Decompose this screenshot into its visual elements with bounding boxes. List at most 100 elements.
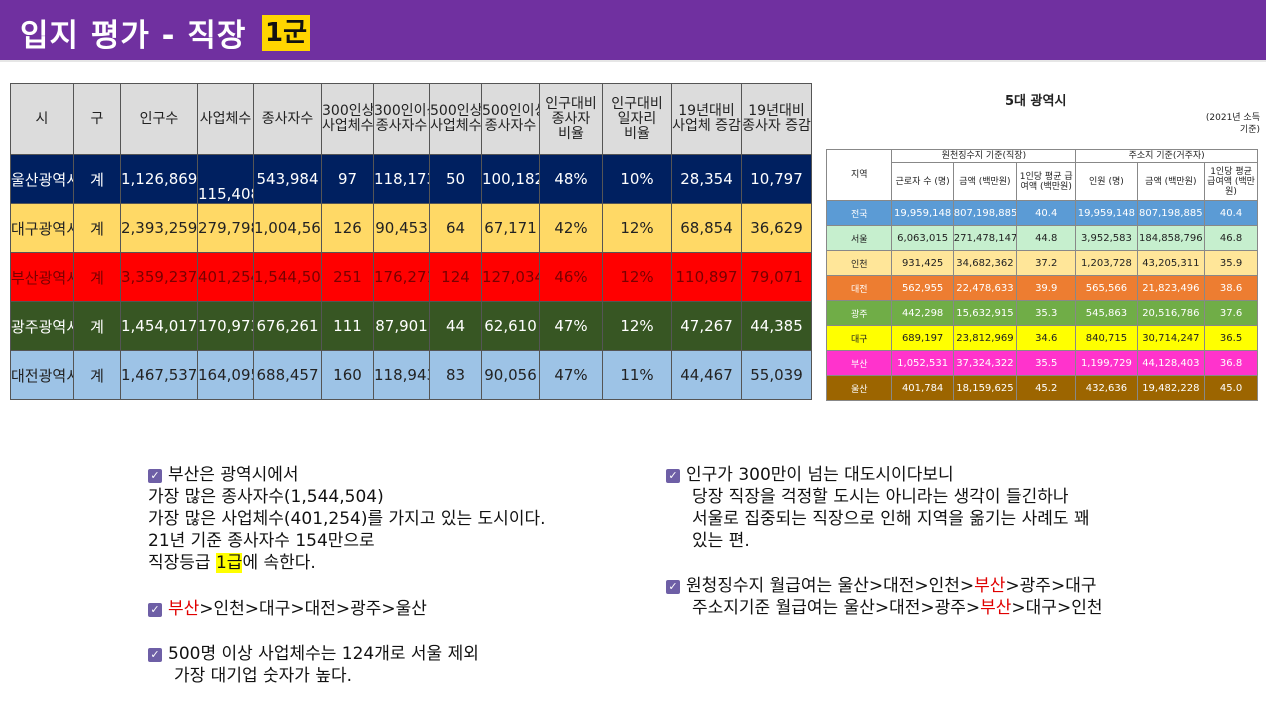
salary-cell: 545,863: [1075, 300, 1138, 326]
sub-header: 1인당 평균 급여액 (백만원): [1016, 162, 1077, 201]
note-large-business: ✓ 500명 이상 사업체수는 124개로 서울 제외 가장 대기업 숫자가 높다…: [148, 643, 479, 687]
region-cell: 대구: [825, 325, 893, 351]
table-cell: 1,467,537: [120, 350, 198, 400]
group-header-workplace: 원천징수지 기준(직장): [891, 149, 1077, 163]
salary-cell: 807,198,885: [1136, 200, 1206, 226]
salary-cell: 271,478,147: [952, 225, 1018, 251]
salary-cell: 35.5: [1016, 350, 1077, 376]
table-cell: 124: [429, 252, 482, 302]
table-cell: 계: [73, 252, 121, 302]
salary-cell: 36.8: [1204, 350, 1258, 376]
salary-cell: 45.0: [1204, 375, 1258, 401]
table-cell: 279,798: [197, 203, 254, 253]
col-header: 시: [10, 83, 74, 155]
table-cell: 계: [73, 350, 121, 400]
table-cell: 62,610: [481, 301, 540, 351]
table-cell: 118,943: [373, 350, 430, 400]
table-row-ulsan: 울산광역시 계 1,126,869 115,408 543,984 97 118…: [10, 154, 812, 204]
table-cell: 111: [321, 301, 374, 351]
table-cell: 48%: [539, 154, 603, 204]
salary-cell: 20,516,786: [1136, 300, 1206, 326]
table-cell: 12%: [602, 301, 672, 351]
salary-cell: 35.9: [1204, 250, 1258, 276]
salary-cell: 44,128,403: [1136, 350, 1206, 376]
salary-cell: 1,203,728: [1075, 250, 1138, 276]
table-cell: 11%: [602, 350, 672, 400]
table-cell: 79,071: [741, 252, 812, 302]
salary-cell: 19,959,148: [891, 200, 954, 226]
table-row-busan: 부산광역시 계 3,359,237 401,254 1,544,504 251 …: [10, 252, 812, 302]
note-ranking: ✓ 부산>인천>대구>대전>광주>울산: [148, 598, 427, 620]
table-cell: 울산광역시: [10, 154, 74, 204]
table-cell: 47%: [539, 350, 603, 400]
salary-row: 대전 562,955 22,478,633 39.9 565,566 21,823,496…: [825, 275, 1258, 301]
table-cell: 87,901: [373, 301, 430, 351]
salary-row: 전국 19,959,148 807,198,885 40.4 19,959,148 807…: [825, 200, 1258, 226]
col-header: 300인상 사업체수: [321, 83, 374, 155]
table-cell: 44: [429, 301, 482, 351]
table-row-gwangju: 광주광역시 계 1,454,017 170,973 676,261 111 87…: [10, 301, 812, 351]
table-cell: 688,457: [253, 350, 322, 400]
salary-cell: 22,478,633: [952, 275, 1018, 301]
col-header: 구: [73, 83, 121, 155]
col-header: 인구수: [120, 83, 198, 155]
table-row-daegu: 대구광역시 계 2,393,259 279,798 1,004,563 126 …: [10, 203, 812, 253]
table-cell: 100,182: [481, 154, 540, 204]
table-cell: 46%: [539, 252, 603, 302]
salary-cell: 40.4: [1016, 200, 1077, 226]
table-cell: 67,171: [481, 203, 540, 253]
salary-cell: 1,052,531: [891, 350, 954, 376]
table-header-row: 시 구 인구수 사업체수 종사자수 300인상 사업체수 300인이상 종사자수…: [10, 83, 812, 155]
salary-cell: 689,197: [891, 325, 954, 351]
salary-cell: 19,959,148: [1075, 200, 1138, 226]
col-header: 인구대비 종사자 비율: [539, 83, 603, 155]
col-header: 종사자수: [253, 83, 322, 155]
region-cell: 인천: [825, 250, 893, 276]
table-cell: 50: [429, 154, 482, 204]
salary-cell: 46.8: [1204, 225, 1258, 251]
table-cell: 1,454,017: [120, 301, 198, 351]
salary-cell: 45.2: [1016, 375, 1077, 401]
table-cell: 광주광역시: [10, 301, 74, 351]
salary-cell: 23,812,969: [952, 325, 1018, 351]
header-banner: 입지 평가 - 직장 1군: [0, 0, 1266, 62]
salary-row: 서울 6,063,015 271,478,147 44.8 3,952,583 184,8…: [825, 225, 1258, 251]
salary-cell: 442,298: [891, 300, 954, 326]
header-divider: [0, 60, 1266, 62]
col-header: 19년대비 종사자 증감: [741, 83, 812, 155]
table-cell: 55,039: [741, 350, 812, 400]
side-table-note: (2021년 소득 기준): [1205, 113, 1260, 135]
checkbox-icon: ✓: [666, 469, 680, 483]
table-cell: 대구광역시: [10, 203, 74, 253]
table-cell: 44,385: [741, 301, 812, 351]
table-cell: 1,004,563: [253, 203, 322, 253]
table-cell: 44,467: [671, 350, 742, 400]
region-cell: 서울: [825, 225, 893, 251]
table-cell: 12%: [602, 203, 672, 253]
note-big-city: ✓ 인구가 300만이 넘는 대도시이다보니 당장 직장을 걱정할 도시는 아니라…: [666, 464, 1090, 552]
salary-cell: 44.8: [1016, 225, 1077, 251]
note-busan-summary: ✓ 부산은 광역시에서 가장 많은 종사자수(1,544,504) 가장 많은 사…: [148, 465, 546, 573]
col-header: 500인이상 종사자수: [481, 83, 540, 155]
salary-cell: 432,636: [1075, 375, 1138, 401]
salary-cell: 37,324,322: [952, 350, 1018, 376]
sub-header: 근로자 수 (명): [891, 162, 954, 201]
table-cell: 1,126,869: [120, 154, 198, 204]
page-title: 입지 평가 - 직장: [20, 18, 247, 54]
table-cell: 계: [73, 203, 121, 253]
table-cell: 118,173: [373, 154, 430, 204]
table-cell: 251: [321, 252, 374, 302]
sub-header: 금액 (백만원): [1136, 162, 1206, 201]
table-cell: 115,408: [197, 154, 254, 204]
table-cell: 170,973: [197, 301, 254, 351]
table-cell: 90,453: [373, 203, 430, 253]
salary-cell: 15,632,915: [952, 300, 1018, 326]
salary-cell: 38.6: [1204, 275, 1258, 301]
table-cell: 176,271: [373, 252, 430, 302]
salary-cell: 18,159,625: [952, 375, 1018, 401]
salary-row: 울산 401,784 18,159,625 45.2 432,636 19,482,228…: [825, 375, 1258, 401]
salary-cell: 34,682,362: [952, 250, 1018, 276]
salary-cell: 6,063,015: [891, 225, 954, 251]
table-cell: 676,261: [253, 301, 322, 351]
table-cell: 10,797: [741, 154, 812, 204]
